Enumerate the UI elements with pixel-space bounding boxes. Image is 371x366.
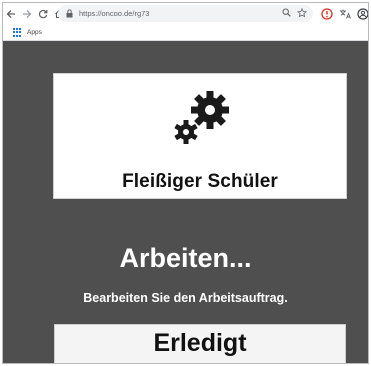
browser-toolbar: https://oncoo.de/rg73 (3, 3, 368, 25)
url-host: oncoo.de/rg73 (101, 9, 150, 18)
url-protocol: https:// (79, 9, 102, 18)
card-title: Fleißiger Schüler (122, 171, 278, 192)
url-text: https://oncoo.de/rg73 (79, 9, 149, 18)
arrow-right-icon (23, 10, 32, 18)
lock-icon (66, 8, 74, 20)
browser-window: https://oncoo.de/rg73 Apps Fleißiger Sch… (2, 2, 369, 364)
reload-button[interactable] (35, 5, 51, 23)
address-bar[interactable]: https://oncoo.de/rg73 (58, 5, 313, 22)
alert-extension-icon[interactable] (320, 8, 333, 21)
bookmarks-bar: Apps (3, 25, 368, 41)
back-button[interactable] (3, 5, 19, 23)
apps-bookmark-label[interactable]: Apps (27, 29, 42, 36)
account-icon[interactable] (356, 8, 368, 21)
extensions-area (320, 5, 368, 23)
forward-button[interactable] (19, 5, 35, 23)
task-card: Fleißiger Schüler (53, 73, 347, 199)
status-heading: Arbeiten... (119, 243, 252, 273)
star-icon[interactable] (296, 7, 308, 20)
apps-grid-icon[interactable] (13, 27, 23, 38)
magnifier-icon[interactable] (282, 8, 291, 19)
translate-extension-icon[interactable] (338, 8, 351, 21)
done-button[interactable]: Erledigt (54, 324, 346, 363)
gears-icon (174, 91, 229, 144)
status-instruction: Bearbeiten Sie den Arbeitsauftrag. (83, 291, 288, 305)
reload-icon (38, 9, 48, 19)
omnibox-actions (282, 5, 308, 22)
arrow-left-icon (6, 10, 15, 18)
